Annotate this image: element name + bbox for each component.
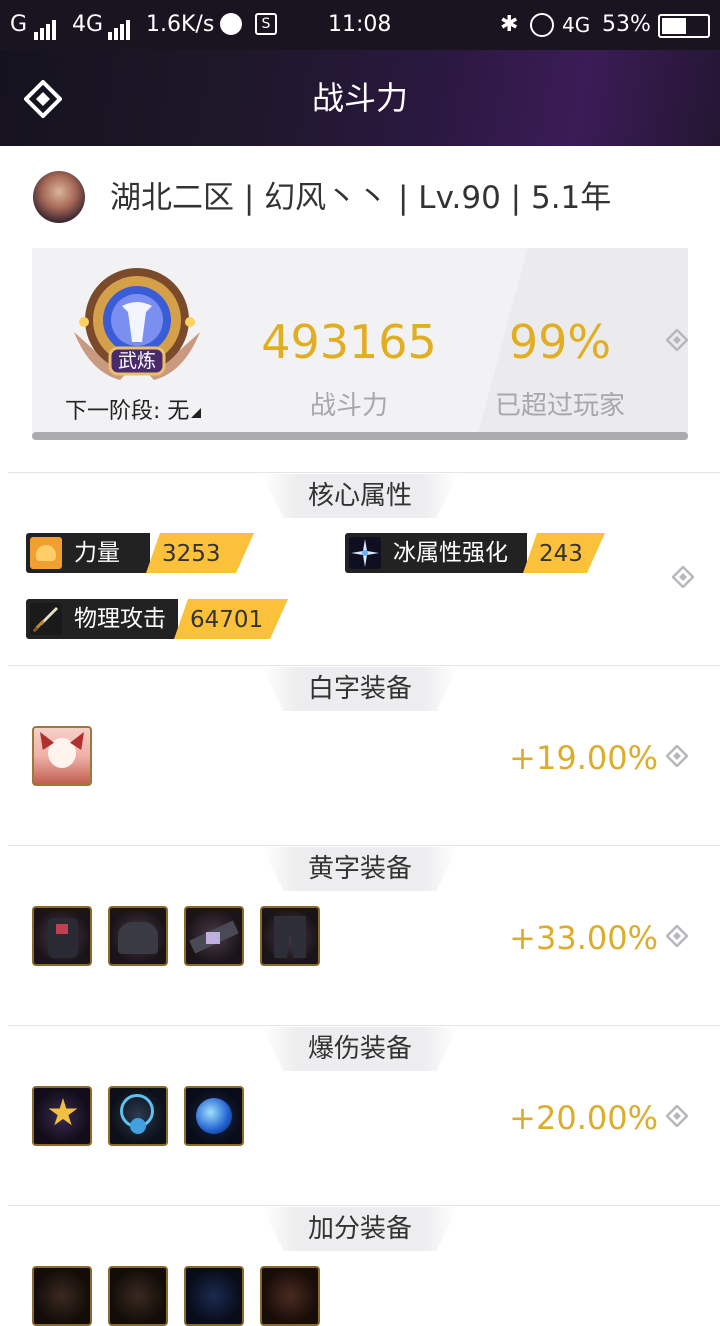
network-label: 4G: [72, 12, 104, 37]
flame-icon: [220, 13, 242, 35]
equipment-slot-pants[interactable]: [260, 906, 320, 966]
attribute-value: 3253: [146, 533, 254, 573]
s-app-icon: S: [255, 13, 277, 35]
section-title-crit-equipment: 爆伤装备: [307, 1034, 412, 1064]
divider: [8, 1025, 720, 1026]
attribute-name-box: 物理攻击: [26, 599, 178, 639]
percent-value: 99%: [508, 315, 612, 369]
sword-icon: [30, 603, 62, 635]
signal-icon: [34, 14, 58, 40]
attribute-value: 243: [523, 533, 605, 573]
alarm-icon: [530, 13, 554, 37]
equipment-slot-costume[interactable]: [32, 726, 92, 786]
crit-equipment-arrow-icon[interactable]: [666, 1105, 688, 1127]
percent-label: 已超过玩家: [494, 391, 625, 421]
divider: [8, 1205, 720, 1206]
divider: [8, 665, 720, 666]
network-label-right: 4G: [562, 13, 591, 37]
yellow-equipment-arrow-icon[interactable]: [666, 925, 688, 947]
network-speed: 1.6K/s: [146, 12, 215, 37]
section-title-core: 核心属性: [307, 481, 412, 511]
status-bar: G 4G 1.6K/s S 11:08 ✱ 4G 53%: [0, 0, 720, 50]
next-stage-label[interactable]: 下一阶段: 无: [65, 393, 202, 425]
bluetooth-icon: ✱: [500, 12, 519, 37]
section-title-bonus-equipment: 加分装备: [307, 1214, 412, 1244]
battery-icon: [658, 14, 710, 38]
divider: [8, 472, 720, 473]
equipment-slot-belt[interactable]: [184, 906, 244, 966]
score-detail-arrow-icon[interactable]: [666, 329, 688, 351]
page-title: 战斗力: [311, 79, 408, 117]
equipment-slot-bonus-2[interactable]: [108, 1266, 168, 1326]
equipment-slot-armor[interactable]: [32, 906, 92, 966]
ice-sparkle-icon: [349, 537, 381, 569]
power-value: 493165: [261, 315, 437, 369]
crit-equipment-percent: +20.00%: [509, 1099, 658, 1137]
equipment-slot-bonus-3[interactable]: [184, 1266, 244, 1326]
yellow-equipment-percent: +33.00%: [509, 919, 658, 957]
equipment-slot-bracelet[interactable]: [32, 1086, 92, 1146]
core-attributes-arrow-icon[interactable]: [672, 566, 694, 588]
equipment-slot-bonus-4[interactable]: [260, 1266, 320, 1326]
attribute-name: 物理攻击: [74, 606, 166, 632]
equipment-slot-ring[interactable]: [184, 1086, 244, 1146]
white-equipment-arrow-icon[interactable]: [666, 745, 688, 767]
section-title-white-equipment: 白字装备: [307, 674, 412, 704]
attribute-value: 64701: [174, 599, 288, 639]
home-diamond-icon[interactable]: [24, 80, 62, 118]
signal-icon-2: [108, 14, 132, 40]
attribute-name-box: 冰属性强化: [345, 533, 527, 573]
score-progress-bar: [32, 432, 688, 440]
carrier-label: G: [10, 12, 28, 37]
corner-triangle-icon: [191, 408, 202, 418]
equipment-slot-shoulder[interactable]: [108, 906, 168, 966]
section-title-yellow-equipment: 黄字装备: [307, 854, 412, 884]
avatar[interactable]: [33, 171, 85, 223]
rank-badge-label: 武炼: [117, 350, 156, 372]
divider: [8, 845, 720, 846]
attribute-name: 力量: [74, 540, 120, 566]
flexed-arm-icon: [30, 537, 62, 569]
app-header: 战斗力: [0, 50, 720, 146]
next-stage-text: 下一阶段: 无: [65, 399, 190, 424]
power-label: 战斗力: [309, 391, 388, 421]
profile-info: 湖北二区 | 幻风丶丶 | Lv.90 | 5.1年: [110, 180, 612, 216]
white-equipment-percent: +19.00%: [509, 739, 658, 777]
attribute-name-box: 力量: [26, 533, 150, 573]
equipment-slot-bonus-1[interactable]: [32, 1266, 92, 1326]
equipment-slot-necklace[interactable]: [108, 1086, 168, 1146]
clock: 11:08: [328, 12, 392, 37]
attribute-name: 冰属性强化: [393, 540, 508, 566]
battery-percent: 53%: [602, 12, 651, 37]
